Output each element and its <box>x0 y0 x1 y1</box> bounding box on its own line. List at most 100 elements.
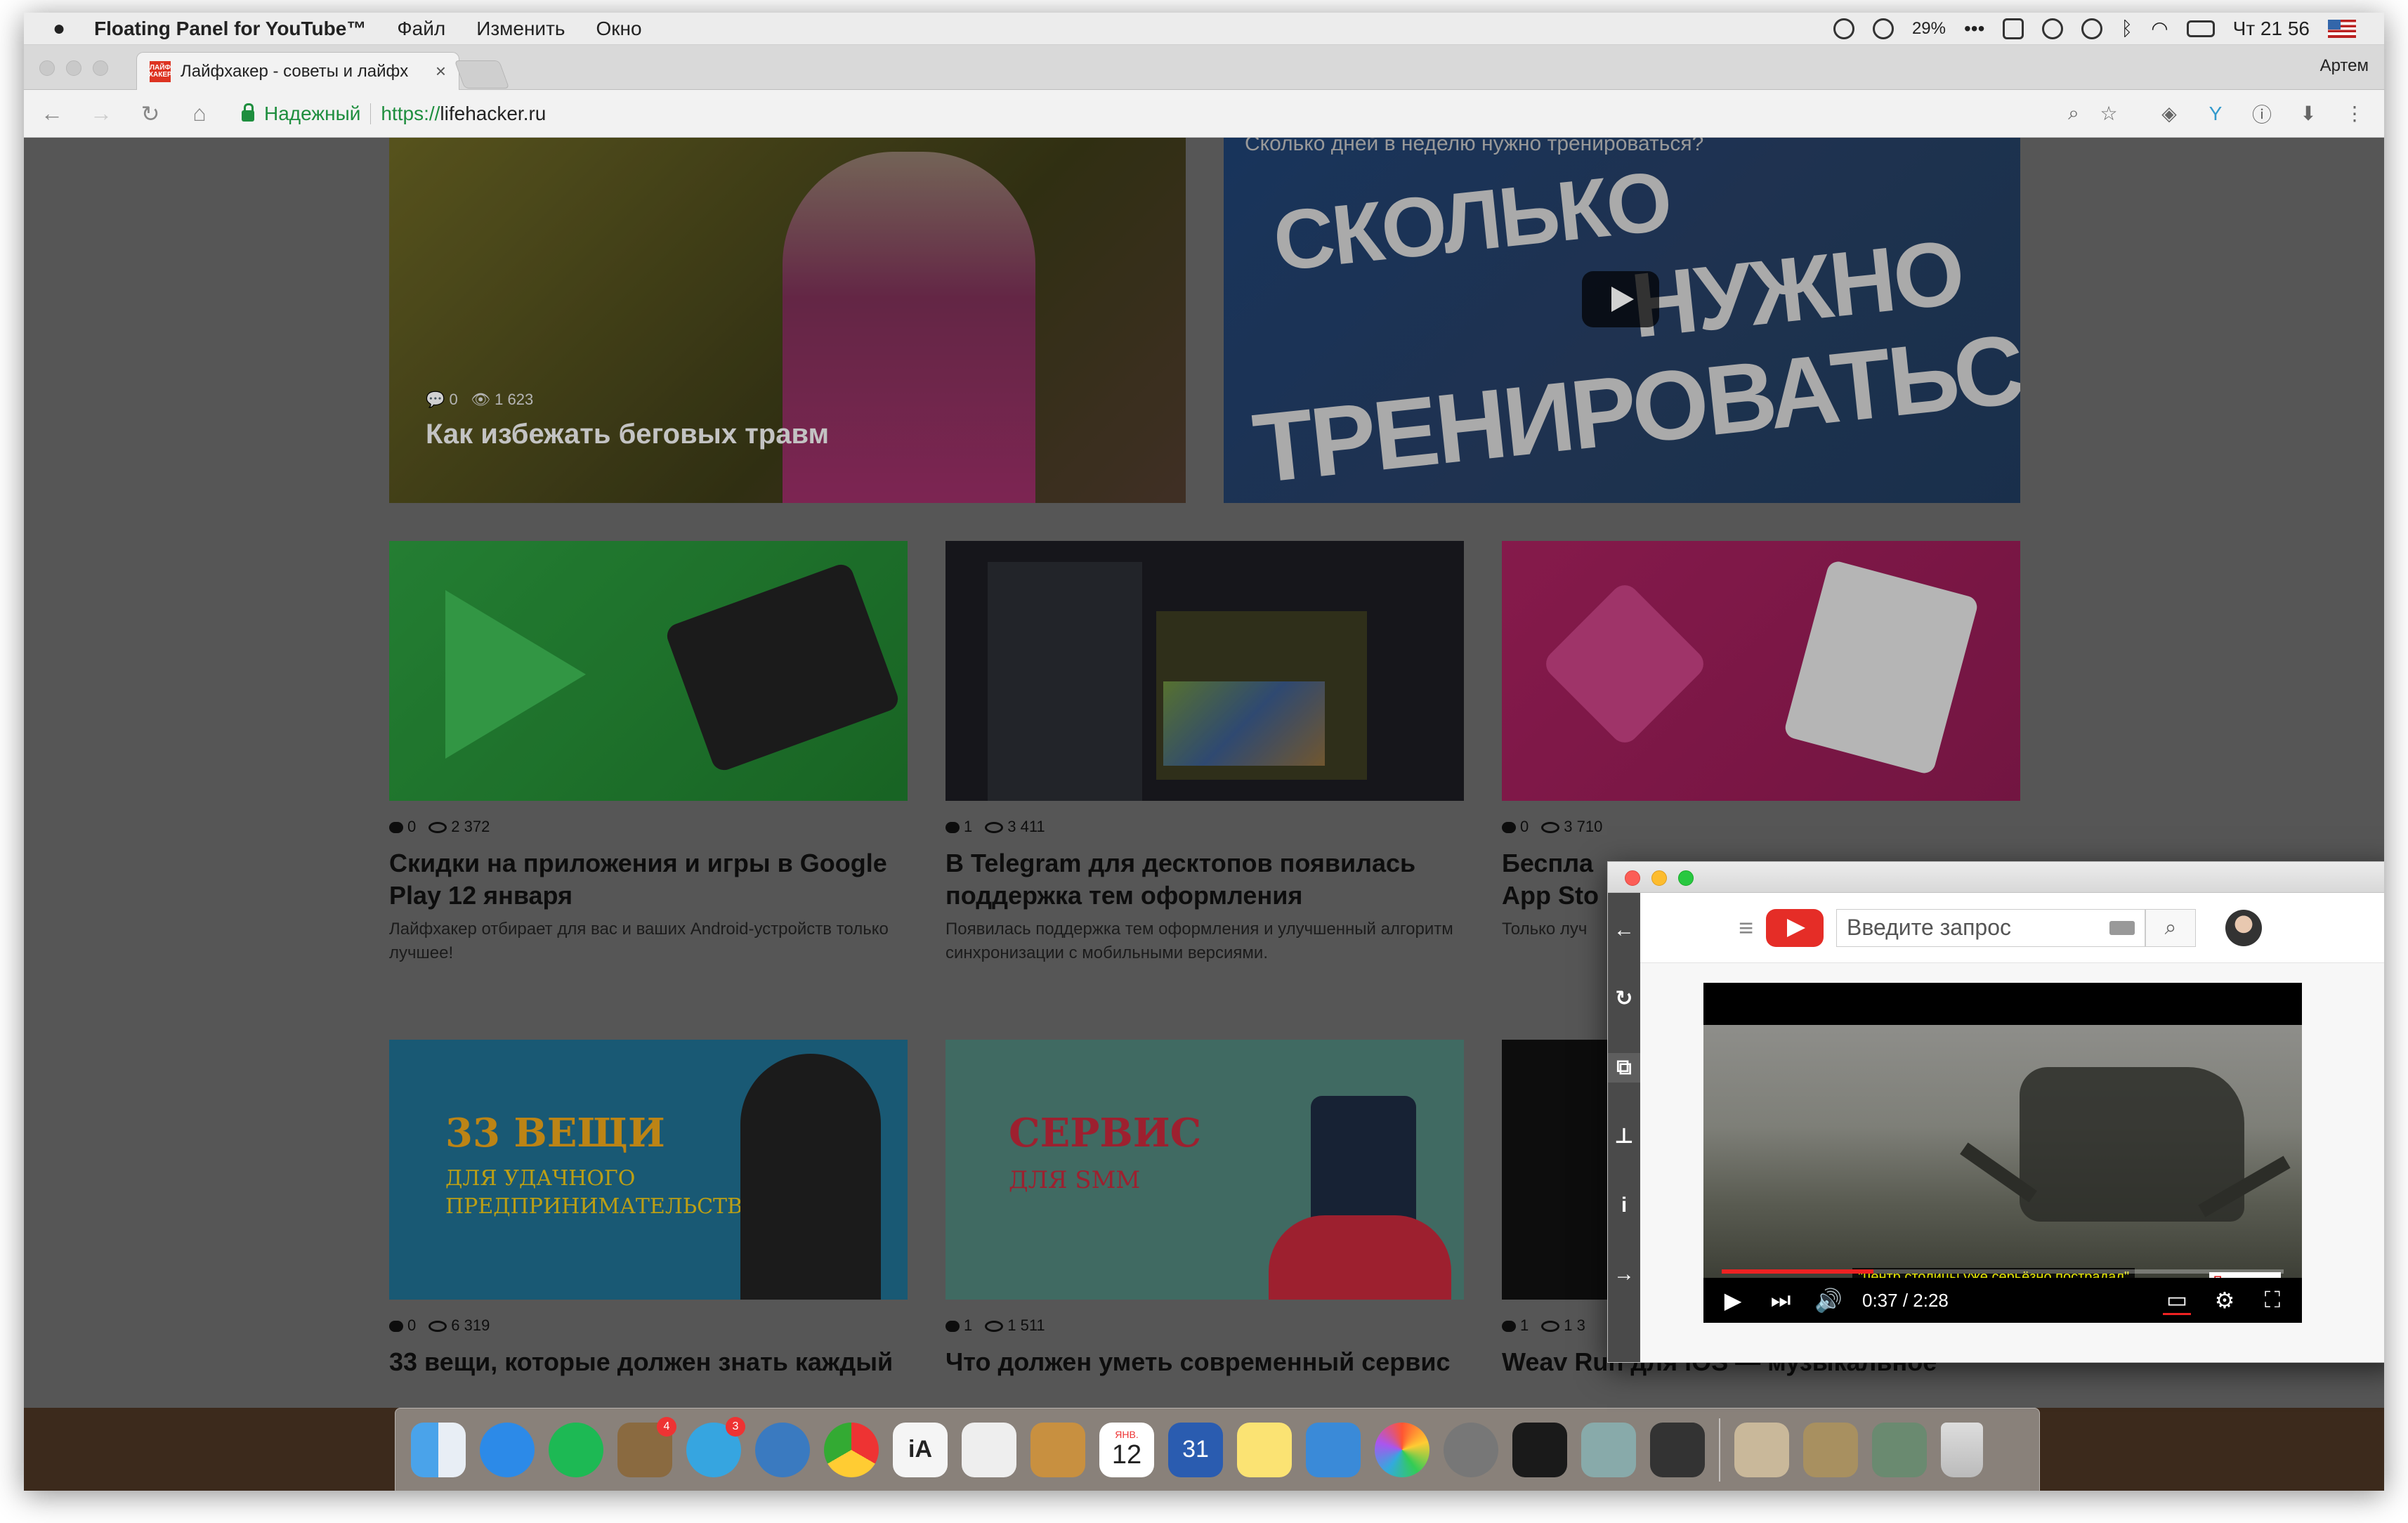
notes-icon[interactable] <box>1237 1422 1292 1477</box>
input-source-flag-icon[interactable] <box>2328 19 2356 38</box>
pin-icon[interactable]: ⊥ <box>1608 1122 1640 1151</box>
youtube-search-input[interactable]: Введите запрос <box>1836 908 2146 947</box>
panel-minimize-button[interactable] <box>1651 870 1667 886</box>
article-title[interactable]: Скидки на приложения и игры в Google Pla… <box>389 847 909 912</box>
preview-icon[interactable] <box>1030 1422 1085 1477</box>
lock-icon[interactable] <box>242 103 254 122</box>
battery-icon[interactable] <box>2186 20 2215 37</box>
back-arrow-icon[interactable]: ← <box>1608 915 1640 945</box>
close-tab-icon[interactable]: × <box>436 60 446 82</box>
open-external-icon[interactable]: ⧉ <box>1608 1053 1640 1083</box>
new-tab-button[interactable] <box>454 60 510 89</box>
volume-icon[interactable]: 🔊 <box>1814 1287 1843 1314</box>
telegram-icon[interactable]: 3 <box>686 1416 745 1477</box>
system-preferences-icon[interactable] <box>1444 1422 1498 1477</box>
article-title[interactable]: Что должен уметь современный сервис <box>945 1346 1465 1378</box>
article-title[interactable]: Как избежать беговых травм <box>426 419 829 450</box>
info-icon[interactable] <box>2081 18 2103 39</box>
photos-icon[interactable] <box>1375 1422 1429 1477</box>
bluetooth-icon[interactable]: ᛒ <box>2121 18 2133 40</box>
apple-menu-icon[interactable]: ● <box>24 17 94 41</box>
youtube-logo-icon[interactable] <box>1766 908 1824 947</box>
tweetbot-icon[interactable] <box>755 1422 810 1477</box>
yandex-extension-icon[interactable]: Y <box>2203 103 2228 125</box>
bookmark-app-icon[interactable] <box>1306 1422 1361 1477</box>
zoom-icon[interactable]: ⌕ <box>2061 102 2086 125</box>
video-progress-bar[interactable] <box>1722 1269 2284 1274</box>
url-text[interactable]: https://lifehacker.ru <box>381 103 546 125</box>
article-image[interactable] <box>945 541 1464 801</box>
timer-icon[interactable] <box>1833 18 1854 39</box>
reload-icon[interactable]: ↻ <box>1608 984 1640 1014</box>
clipboard-icon[interactable] <box>2003 18 2024 39</box>
article-title[interactable]: 33 вещи, которые должен знать каждый <box>389 1346 909 1378</box>
article-title[interactable]: В Telegram для десктопов появилась подде… <box>945 847 1465 912</box>
minimize-window-button[interactable] <box>66 60 81 76</box>
menu-edit[interactable]: Изменить <box>476 18 565 40</box>
article-image[interactable] <box>1502 541 2020 801</box>
avatar[interactable] <box>2225 909 2263 946</box>
back-arrow-icon[interactable]: ← <box>38 100 66 126</box>
menu-window[interactable]: Окно <box>596 18 642 40</box>
finder-icon[interactable] <box>411 1422 466 1477</box>
textedit-icon[interactable] <box>962 1422 1016 1477</box>
forward-arrow-icon[interactable]: → <box>87 100 115 126</box>
desktop-stack-icon[interactable] <box>1872 1422 1927 1477</box>
info-extension-icon[interactable]: ⓘ <box>2249 100 2275 128</box>
play-icon[interactable]: ▶ <box>1719 1287 1747 1314</box>
hamburger-menu-icon[interactable]: ≡ <box>1739 913 1753 943</box>
exit-arrow-icon[interactable]: → <box>1608 1260 1640 1289</box>
keyboard-icon[interactable] <box>2109 920 2135 935</box>
pocket-extension-icon[interactable]: ◈ <box>2157 102 2182 125</box>
download-extension-icon[interactable]: ⬇ <box>2296 102 2321 125</box>
tab-lifehacker[interactable]: ЛАЙФ ХАКЕР Лайфхакер - советы и лайфх × <box>136 52 459 90</box>
image-capture-icon[interactable] <box>1581 1422 1636 1477</box>
video-frame[interactable]: "центр столицы уже серьёзно пострадал" П… <box>1703 1025 2302 1278</box>
chrome-menu-icon[interactable]: ⋮ <box>2342 102 2367 125</box>
info-icon[interactable]: i <box>1608 1191 1640 1220</box>
shield-icon[interactable] <box>1872 18 1894 39</box>
app-menu[interactable]: Floating Panel for YouTube™ <box>94 18 366 40</box>
article-image[interactable]: 33 ВЕЩИ ДЛЯ УДАЧНОГО ПРЕДПРИНИМАТЕЛЬСТВА <box>389 1040 908 1300</box>
fullscreen-icon[interactable]: ⛶ <box>2258 1287 2286 1314</box>
panel-close-button[interactable] <box>1625 870 1640 886</box>
floating-youtube-panel[interactable]: ← ↻ ⧉ ⊥ i → ≡ Введите запрос ⌕ "центр ст… <box>1607 861 2384 1363</box>
home-icon[interactable]: ⌂ <box>185 100 214 126</box>
documents-stack-icon[interactable] <box>1803 1422 1858 1477</box>
zoom-window-button[interactable] <box>93 60 108 76</box>
article-image[interactable]: СЕРВИС ДЛЯ SMM <box>945 1040 1464 1300</box>
secure-label[interactable]: Надежный <box>264 103 360 125</box>
spotify-icon[interactable] <box>549 1422 603 1477</box>
app-store-icon[interactable] <box>480 1422 535 1477</box>
reload-icon[interactable]: ↻ <box>136 100 164 127</box>
settings-gear-icon[interactable]: ⚙ <box>2211 1287 2239 1314</box>
cloud-icon[interactable] <box>2042 18 2064 39</box>
screen-recorder-icon[interactable] <box>1650 1422 1705 1477</box>
article-title[interactable]: Беспла App Sto <box>1502 847 1607 912</box>
featured-article-right[interactable]: Сколько дней в неделю нужно тренироватьс… <box>1224 138 2020 503</box>
calendar-31-icon[interactable]: 31 <box>1168 1422 1223 1477</box>
featured-article-left[interactable]: 💬 0 👁 1 623 Как избежать беговых травм <box>389 138 1186 503</box>
calendar-icon[interactable]: ЯНВ. 12 <box>1099 1422 1154 1477</box>
address-bar[interactable]: Надежный https://lifehacker.ru ⌕ ☆ <box>235 97 2121 131</box>
article-image[interactable] <box>389 541 908 801</box>
profile-button[interactable]: Артем <box>2320 56 2369 76</box>
wifi-icon[interactable]: ◠ <box>2151 17 2168 40</box>
more-icon[interactable]: ••• <box>1964 18 1984 40</box>
panel-zoom-button[interactable] <box>1678 870 1694 886</box>
video-player[interactable]: "центр столицы уже серьёзно пострадал" П… <box>1703 983 2302 1323</box>
menu-file[interactable]: Файл <box>397 18 445 40</box>
captions-icon[interactable]: ▭ <box>2163 1286 2191 1315</box>
trash-icon[interactable] <box>1941 1422 1983 1477</box>
search-button[interactable]: ⌕ <box>2145 908 2197 947</box>
ia-writer-icon[interactable]: iA <box>893 1422 948 1477</box>
terminal-icon[interactable] <box>1512 1422 1567 1477</box>
clock[interactable]: Чт 21 56 <box>2233 18 2310 40</box>
panel-titlebar[interactable] <box>1608 862 2384 893</box>
video-play-button[interactable] <box>1582 271 1659 327</box>
bookmark-star-icon[interactable]: ☆ <box>2096 102 2121 125</box>
mail-icon[interactable]: 4 <box>617 1416 676 1477</box>
close-window-button[interactable] <box>39 60 55 76</box>
next-icon[interactable]: ⏭ <box>1767 1287 1795 1314</box>
chrome-icon[interactable] <box>824 1422 879 1477</box>
